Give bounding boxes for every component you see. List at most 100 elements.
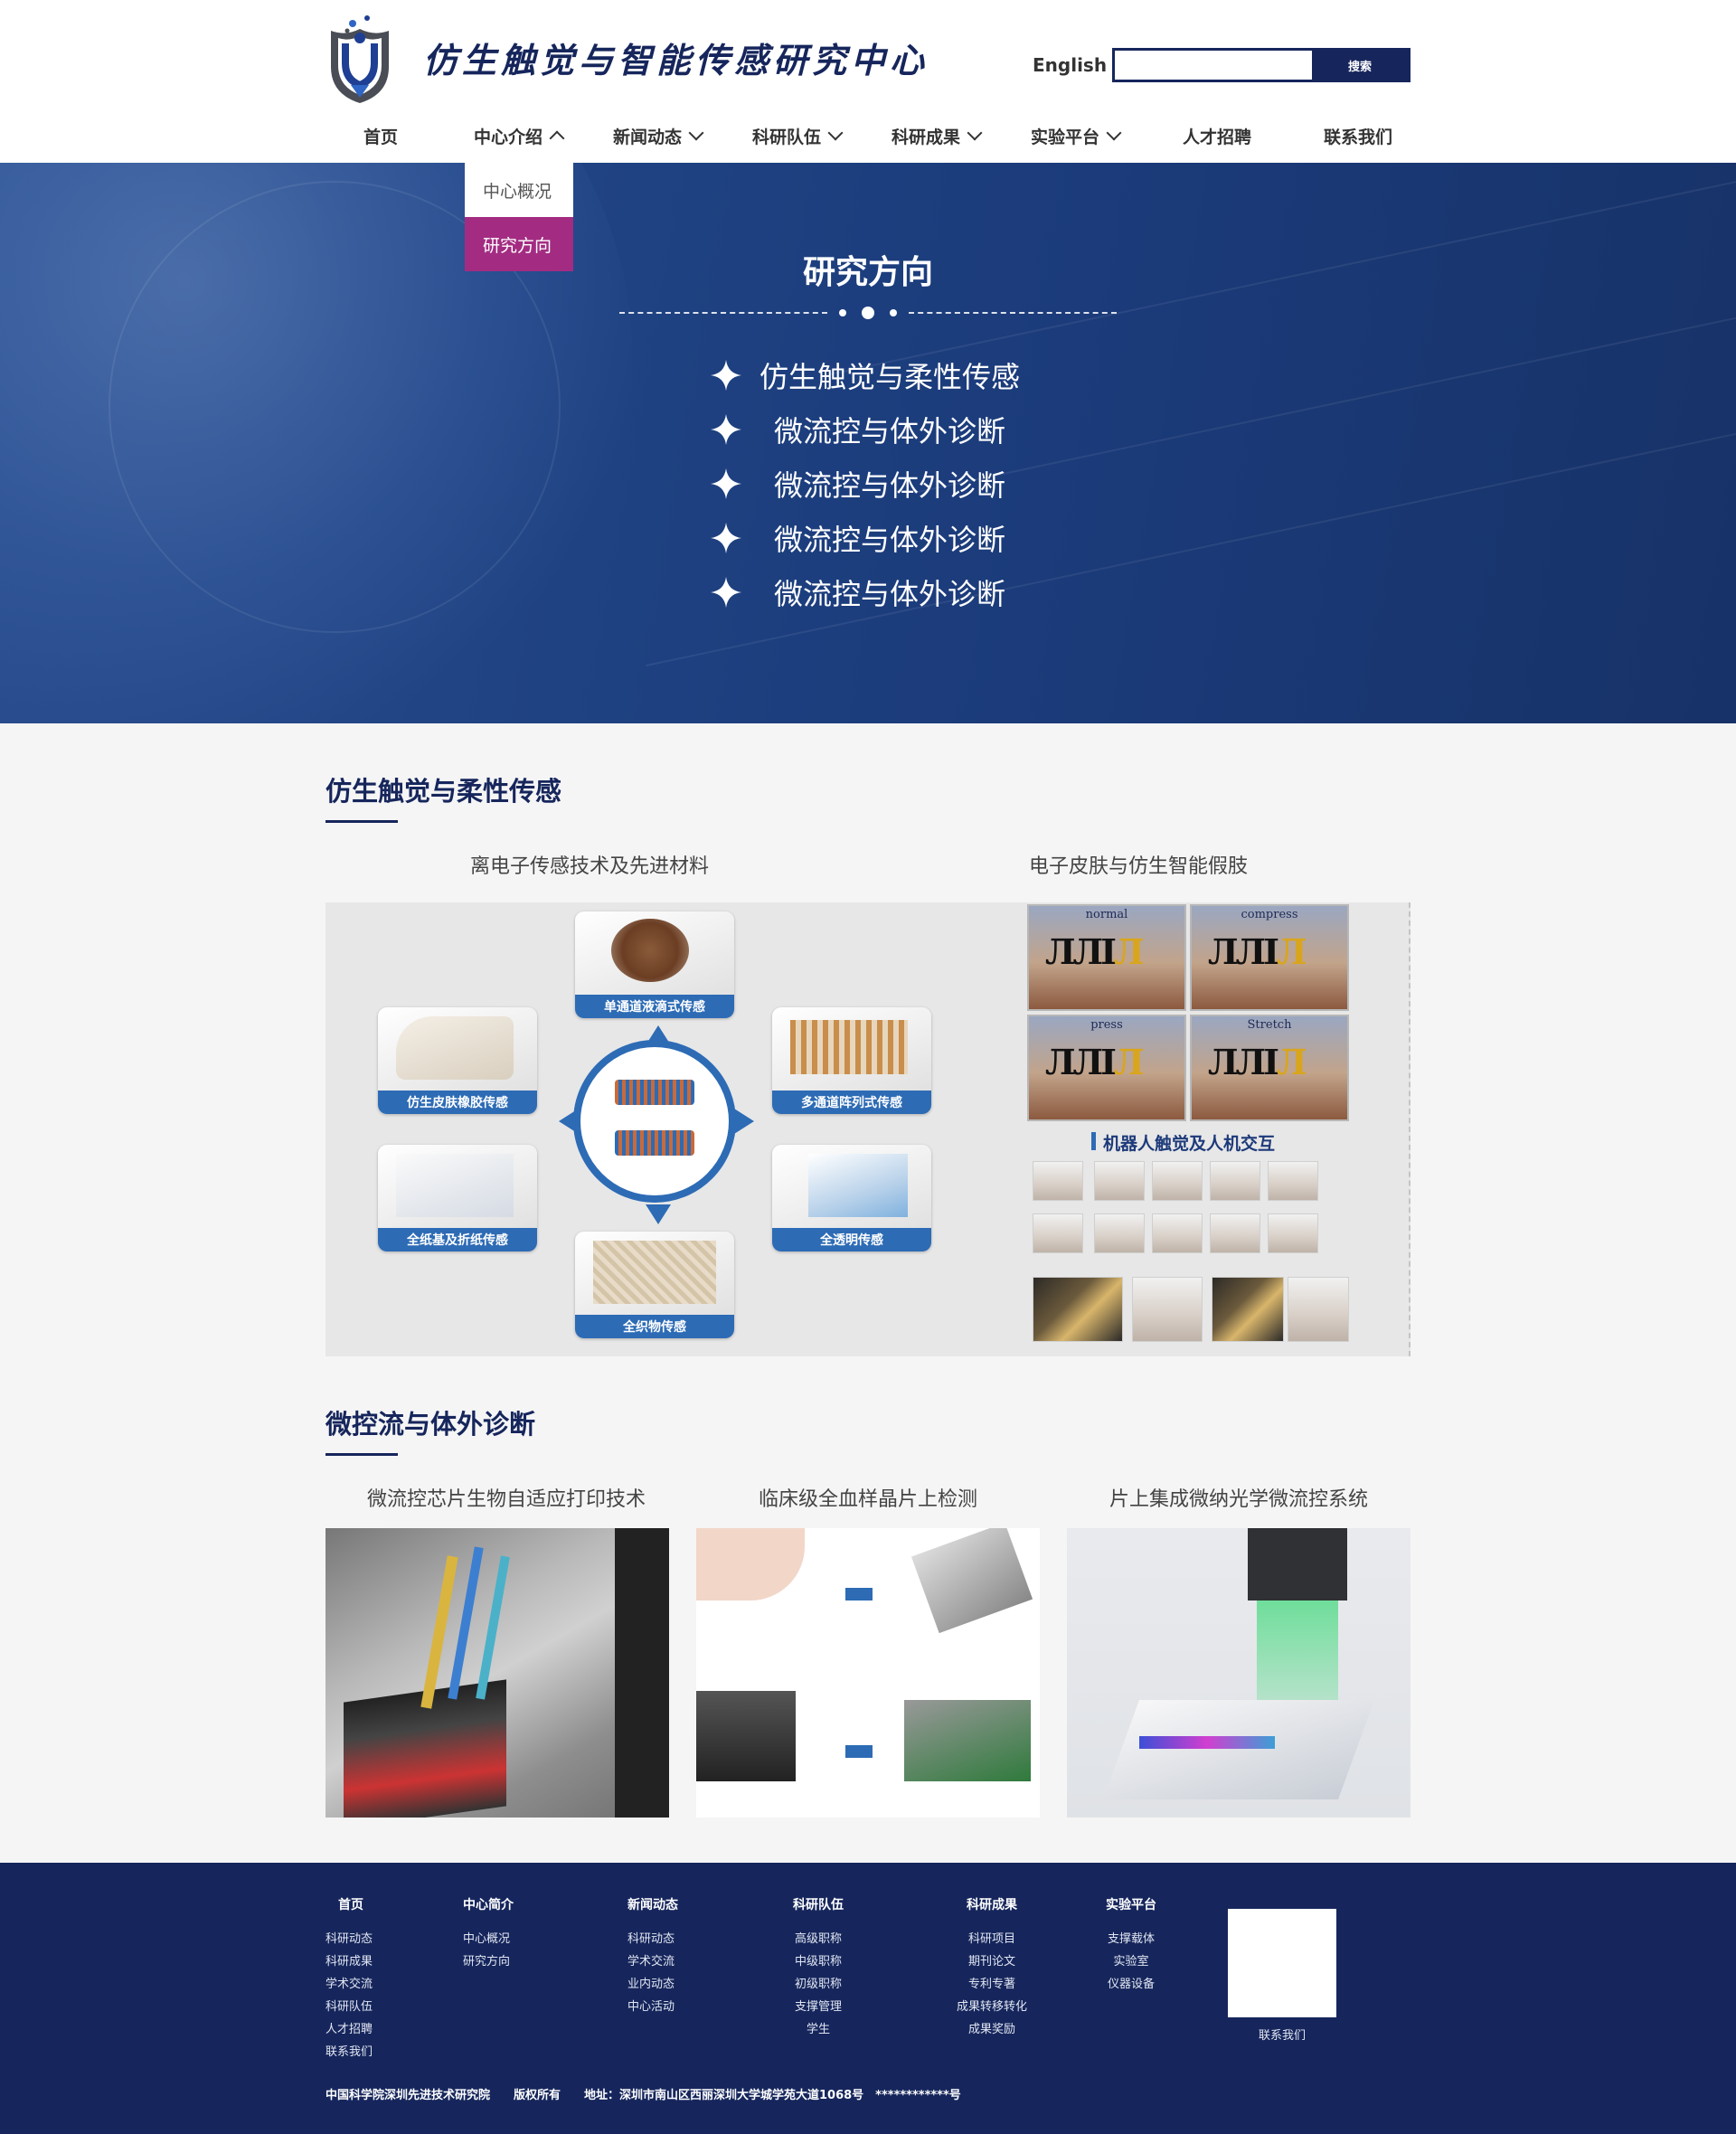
nav-item-news[interactable]: 新闻动态 bbox=[613, 118, 704, 154]
footer-column-title[interactable]: 首页 bbox=[326, 1895, 373, 1913]
footer-link[interactable]: 高级职称 bbox=[787, 1928, 850, 1950]
robot-hand-image bbox=[1268, 1213, 1318, 1253]
microfluidic-optics-photo[interactable] bbox=[1067, 1528, 1410, 1818]
robot-hand-image bbox=[1033, 1213, 1083, 1253]
nav-item-label: 科研成果 bbox=[892, 127, 961, 147]
footer-link[interactable]: 学术交流 bbox=[326, 1973, 373, 1996]
footer-column-title[interactable]: 新闻动态 bbox=[627, 1895, 678, 1913]
chevron-up-icon bbox=[549, 130, 565, 146]
footer-link[interactable]: 专利专著 bbox=[951, 1973, 1033, 1996]
footer-link[interactable]: 支撑管理 bbox=[787, 1996, 850, 2018]
footer-link[interactable]: 科研队伍 bbox=[326, 1996, 373, 2018]
nav-item-recruitment[interactable]: 人才招聘 bbox=[1183, 118, 1251, 154]
footer-link[interactable]: 初级职称 bbox=[787, 1973, 850, 1996]
robot-hand-image bbox=[1094, 1161, 1145, 1201]
list-item[interactable]: 微流控与体外诊断 bbox=[711, 457, 1020, 511]
footer-link[interactable]: 中心概况 bbox=[463, 1928, 514, 1950]
site-footer: 首页 科研动态 科研成果 学术交流 科研队伍 人才招聘 联系我们 中心简介 中心… bbox=[0, 1863, 1736, 2134]
footer-link[interactable]: 成果转移转化 bbox=[951, 1996, 1033, 2018]
robot-hand-image bbox=[1210, 1213, 1260, 1253]
sparkle-star-icon bbox=[711, 414, 741, 445]
serpentine-graphic: ЛЛIЛ bbox=[1045, 931, 1145, 972]
sparkle-star-icon bbox=[711, 468, 741, 499]
footer-link[interactable]: 成果奖励 bbox=[951, 2018, 1033, 2041]
list-item[interactable]: 仿生触觉与柔性传感 bbox=[711, 348, 1020, 402]
footer-link[interactable]: 期刊论文 bbox=[951, 1950, 1033, 1973]
robot-title-marker bbox=[1091, 1132, 1096, 1150]
robot-hand-image bbox=[1210, 1161, 1260, 1201]
serpentine-graphic: ЛЛIЛ bbox=[1208, 1042, 1307, 1082]
search-input[interactable] bbox=[1115, 51, 1312, 80]
banner-title: 研究方向 bbox=[802, 254, 933, 291]
qr-code-label[interactable]: 联系我们 bbox=[1228, 2025, 1336, 2043]
footer-link[interactable]: 科研项目 bbox=[951, 1928, 1033, 1950]
robot-hand-image bbox=[1132, 1277, 1203, 1342]
sensor-card: 多通道阵列式传感 bbox=[772, 1007, 931, 1114]
sensor-card: 全织物传感 bbox=[575, 1232, 734, 1338]
section-title: 仿生触觉与柔性传感 bbox=[326, 776, 562, 807]
robot-hand-image bbox=[1033, 1161, 1083, 1201]
eskin-panel: normal ЛЛIЛ bbox=[1027, 904, 1186, 1011]
footer-link[interactable]: 联系我们 bbox=[326, 2041, 373, 2063]
light-streak bbox=[913, 304, 1736, 494]
footer-column-title[interactable]: 科研成果 bbox=[951, 1895, 1033, 1913]
research-direction-label: 微流控与体外诊断 bbox=[774, 577, 1006, 611]
site-header: 仿生触觉与智能传感研究中心 English 搜索 首页 中心介绍 新闻动态 科研… bbox=[0, 0, 1736, 163]
sensor-card: 全透明传感 bbox=[772, 1145, 931, 1251]
robot-hand-image bbox=[1094, 1213, 1145, 1253]
nav-item-team[interactable]: 科研队伍 bbox=[752, 118, 844, 154]
footer-link[interactable]: 中心活动 bbox=[627, 1996, 678, 2018]
nav-item-contact[interactable]: 联系我们 bbox=[1324, 118, 1392, 154]
footer-link[interactable]: 实验室 bbox=[1099, 1950, 1163, 1973]
list-item[interactable]: 微流控与体外诊断 bbox=[711, 565, 1020, 619]
nav-item-about[interactable]: 中心介绍 bbox=[474, 118, 565, 154]
footer-link[interactable]: 科研动态 bbox=[627, 1928, 678, 1950]
eskin-panel-label: normal bbox=[1085, 908, 1128, 921]
eskin-panel: Stretch ЛЛIЛ bbox=[1190, 1015, 1349, 1121]
sensor-card-label: 全纸基及折纸传感 bbox=[378, 1228, 537, 1251]
site-title[interactable]: 仿生触觉与智能传感研究中心 bbox=[423, 33, 929, 82]
footer-link[interactable]: 支撑载体 bbox=[1099, 1928, 1163, 1950]
footer-link[interactable]: 人才招聘 bbox=[326, 2018, 373, 2041]
whole-blood-chip-photo[interactable] bbox=[696, 1528, 1040, 1818]
sensor-card-label: 全透明传感 bbox=[772, 1228, 931, 1251]
footer-link[interactable]: 科研动态 bbox=[326, 1928, 373, 1950]
footer-link[interactable]: 仪器设备 bbox=[1099, 1973, 1163, 1996]
section-title: 微控流与体外诊断 bbox=[326, 1409, 536, 1440]
nav-item-platform[interactable]: 实验平台 bbox=[1031, 118, 1122, 154]
footer-column: 首页 科研动态 科研成果 学术交流 科研队伍 人才招聘 联系我们 bbox=[326, 1895, 373, 2063]
copyright-text: 中国科学院深圳先进技术研究院 版权所有 地址：深圳市南山区西丽深圳大学城学苑大道… bbox=[326, 2089, 961, 2102]
dropdown-item-overview[interactable]: 中心概况 bbox=[465, 163, 573, 217]
nav-item-achievements[interactable]: 科研成果 bbox=[892, 118, 983, 154]
sensor-card-label: 多通道阵列式传感 bbox=[772, 1091, 931, 1114]
list-item[interactable]: 微流控与体外诊断 bbox=[711, 511, 1020, 565]
research-banner: 研究方向 仿生触觉与柔性传感 微流控与体外诊断 微流控与体外诊断 微流控与体外诊… bbox=[0, 163, 1736, 723]
eskin-panel: press ЛЛIЛ bbox=[1027, 1015, 1186, 1121]
footer-link[interactable]: 业内动态 bbox=[627, 1973, 678, 1996]
sensor-hub-diagram bbox=[573, 1040, 736, 1203]
title-divider bbox=[619, 304, 1117, 322]
footer-link[interactable]: 学术交流 bbox=[627, 1950, 678, 1973]
nav-item-home[interactable]: 首页 bbox=[363, 118, 398, 154]
search-button[interactable]: 搜索 bbox=[1312, 51, 1408, 80]
robot-hand-image bbox=[1212, 1277, 1284, 1342]
footer-link[interactable]: 中级职称 bbox=[787, 1950, 850, 1973]
nav-item-label: 中心介绍 bbox=[474, 127, 543, 147]
hub-arrow bbox=[646, 1204, 671, 1224]
english-link[interactable]: English bbox=[1033, 54, 1107, 76]
footer-column-title[interactable]: 实验平台 bbox=[1099, 1895, 1163, 1913]
serpentine-graphic: ЛЛIЛ bbox=[1045, 1042, 1145, 1082]
research-direction-label: 微流控与体外诊断 bbox=[774, 414, 1006, 449]
dropdown-item-research-direction[interactable]: 研究方向 bbox=[465, 217, 573, 271]
shield-logo-icon[interactable] bbox=[326, 11, 394, 105]
footer-link[interactable]: 学生 bbox=[787, 2018, 850, 2041]
footer-column: 实验平台 支撑载体 实验室 仪器设备 bbox=[1099, 1895, 1163, 1996]
list-item[interactable]: 微流控与体外诊断 bbox=[711, 402, 1020, 457]
footer-link[interactable]: 研究方向 bbox=[463, 1950, 514, 1973]
footer-column-title[interactable]: 中心简介 bbox=[463, 1895, 514, 1913]
bioprinting-photo[interactable] bbox=[326, 1528, 669, 1818]
footer-link[interactable]: 科研成果 bbox=[326, 1950, 373, 1973]
footer-column-title[interactable]: 科研队伍 bbox=[787, 1895, 850, 1913]
research-direction-label: 微流控与体外诊断 bbox=[774, 523, 1006, 557]
robot-hand-image bbox=[1033, 1277, 1123, 1342]
